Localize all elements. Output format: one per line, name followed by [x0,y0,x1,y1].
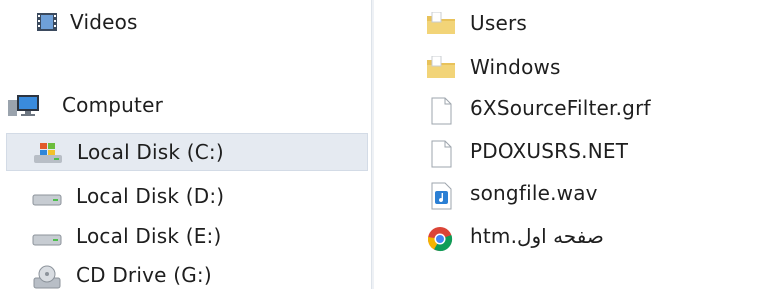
nav-item-label: Videos [70,10,138,34]
file-item-htm-page[interactable]: صفحه اول.htm [426,217,756,255]
nav-item-label: CD Drive (G:) [76,263,212,287]
file-name: songfile.wav [470,181,598,205]
file-name: Users [470,11,528,35]
videos-library-icon [36,11,58,33]
file-item-pdoxusrs[interactable]: PDOXUSRS.NET [426,132,756,170]
file-name: صفحه اول.htm [470,224,604,248]
audio-file-icon [426,182,456,210]
nav-item-local-disk-e[interactable]: Local Disk (E:) [32,217,352,255]
file-item-6xsourcefilter[interactable]: 6XSourceFilter.grf [426,89,756,127]
cd-drive-icon [32,264,62,289]
folder-icon [426,12,456,34]
nav-item-cd-drive-g[interactable]: CD Drive (G:) [32,256,352,294]
navigation-pane: Videos Computer Local Disk (C:) Local Di… [0,0,371,289]
file-name: Windows [470,55,561,79]
nav-item-local-disk-d[interactable]: Local Disk (D:) [32,177,352,215]
file-name: 6XSourceFilter.grf [470,96,651,120]
blank-file-icon [426,140,456,168]
nav-item-videos[interactable]: Videos [36,3,336,41]
file-item-windows[interactable]: Windows [426,48,756,86]
file-list-pane: Users Windows 6XSourceFilter.grf PDOXUSR… [374,0,759,289]
windows-drive-icon [33,141,63,163]
nav-item-label: Local Disk (E:) [76,224,222,248]
nav-item-label: Computer [62,93,164,117]
nav-item-label: Local Disk (C:) [77,140,224,164]
folder-icon [426,56,456,78]
nav-item-local-disk-c[interactable]: Local Disk (C:) [6,133,368,171]
file-item-users[interactable]: Users [426,4,756,42]
blank-file-icon [426,97,456,125]
computer-icon [8,94,46,116]
chrome-html-icon [426,225,456,252]
file-item-songfile[interactable]: songfile.wav [426,174,756,212]
hard-drive-icon [32,185,62,207]
nav-item-label: Local Disk (D:) [76,184,225,208]
nav-item-computer[interactable]: Computer [8,86,328,124]
file-name: PDOXUSRS.NET [470,139,629,163]
hard-drive-icon [32,225,62,247]
